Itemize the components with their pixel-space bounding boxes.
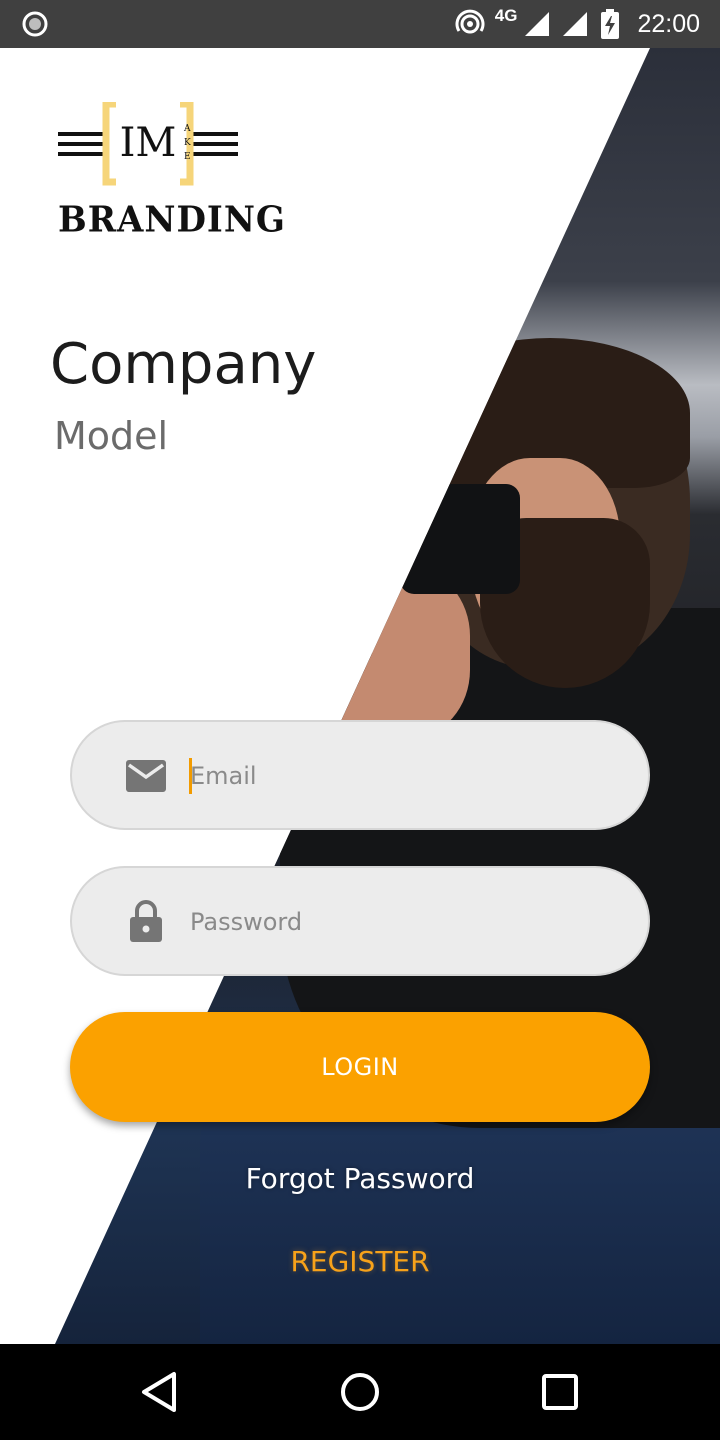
email-input[interactable] [190,752,610,800]
password-field[interactable] [70,866,650,976]
page-title: Company [50,332,317,397]
login-button[interactable]: LOGIN [70,1012,650,1122]
network-type: 4G [494,6,518,25]
photo-camera-glass [300,493,360,563]
photo-camera-lens [285,476,420,581]
notification-dot-icon [22,11,48,37]
signal-icon [525,12,550,36]
email-field[interactable] [70,720,650,830]
login-screen: IM AKE BRANDING Company Model LOGIN Forg… [0,48,720,1344]
hotspot-icon [455,9,485,34]
logo-name: BRANDING [58,199,286,241]
logo-letters: IM [119,120,177,166]
page-subtitle: Model [54,414,169,458]
lock-icon [130,900,162,942]
password-input[interactable] [190,898,610,946]
navigation-bar [0,1344,720,1440]
envelope-icon [126,760,166,792]
photo-camera-body [400,484,520,594]
status-time: 22:00 [637,9,700,38]
signal-2-icon [563,12,588,36]
status-bar: 4G 22:00 [0,0,720,48]
back-icon[interactable] [136,1368,184,1416]
home-icon[interactable] [336,1368,384,1416]
logo-side-letters: AKE [184,124,191,162]
forgot-password-link[interactable]: Forgot Password [0,1162,720,1195]
photographer-background-image [55,48,720,1344]
recent-apps-icon[interactable] [536,1368,584,1416]
brand-logo: IM AKE BRANDING [58,100,285,241]
battery-charging-icon [601,9,620,39]
register-link[interactable]: REGISTER [0,1245,720,1278]
